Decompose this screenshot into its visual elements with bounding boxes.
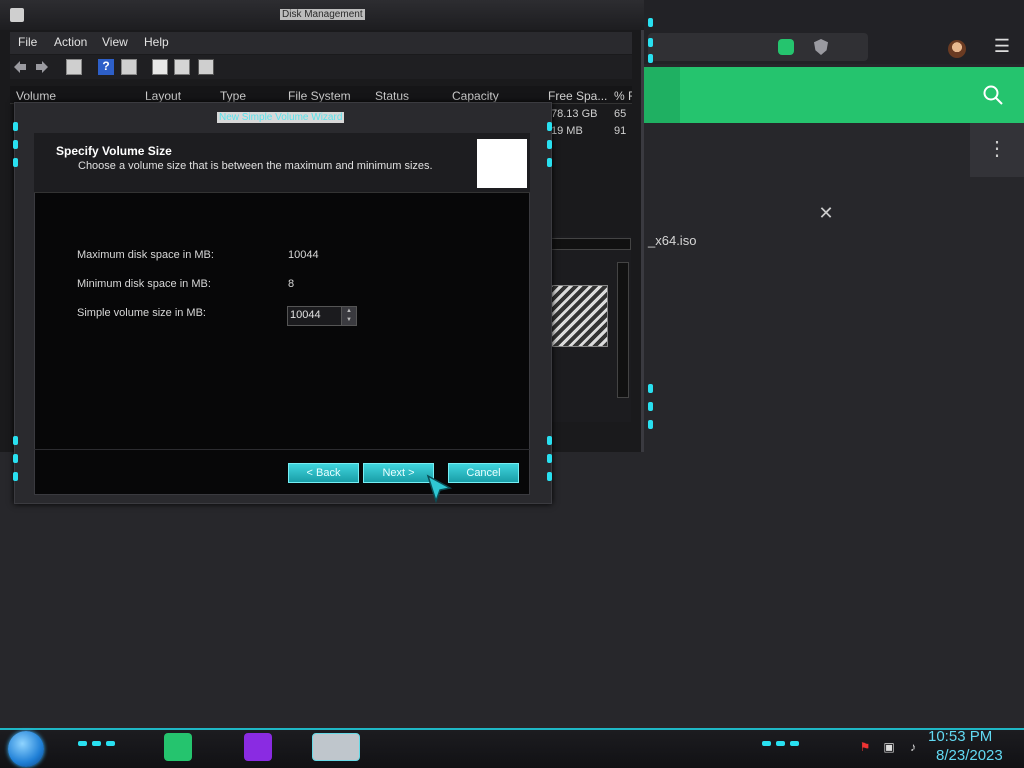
- wizard-header-image: [477, 139, 527, 188]
- console-icon[interactable]: [66, 59, 82, 75]
- table-cell-percent: 91: [614, 125, 627, 137]
- search-icon[interactable]: [982, 84, 1004, 106]
- column-type[interactable]: Type: [220, 89, 246, 103]
- kebab-icon[interactable]: ⋮: [984, 134, 1010, 164]
- column-free-space[interactable]: Free Spa...: [548, 89, 607, 103]
- column-file-system[interactable]: File System: [288, 89, 351, 103]
- next-button[interactable]: Next >: [363, 463, 434, 483]
- chat-app-icon[interactable]: [164, 733, 192, 761]
- table-cell-free-space: 19 MB: [551, 125, 583, 137]
- page-subtitle: Choose a volume size that is between the…: [78, 160, 433, 172]
- green-banner: [680, 67, 1024, 123]
- forward-arrow-icon[interactable]: [34, 59, 50, 75]
- menu-file[interactable]: File: [18, 35, 37, 49]
- frame-accent: [648, 38, 653, 47]
- frame-accent: [547, 140, 552, 149]
- back-arrow-icon[interactable]: [12, 59, 28, 75]
- frame-accent: [776, 741, 785, 746]
- avatar[interactable]: [948, 40, 966, 58]
- help-icon[interactable]: ?: [98, 59, 114, 75]
- frame-accent: [547, 436, 552, 445]
- min-size-label: Minimum disk space in MB:: [77, 278, 211, 290]
- frame-accent: [547, 122, 552, 131]
- cancel-button[interactable]: Cancel: [448, 463, 519, 483]
- frame-accent: [92, 741, 101, 746]
- disk-app-icon: [10, 8, 24, 22]
- unallocated-partition[interactable]: [548, 285, 608, 347]
- page-title: Specify Volume Size: [56, 144, 172, 158]
- wizard-title: New Simple Volume Wizard: [217, 112, 345, 123]
- properties-icon[interactable]: [121, 59, 137, 75]
- frame-accent: [790, 741, 799, 746]
- flag-icon[interactable]: ⚑: [858, 740, 872, 754]
- frame-accent: [547, 472, 552, 481]
- column-layout[interactable]: Layout: [145, 89, 181, 103]
- column-volume[interactable]: Volume: [16, 89, 56, 103]
- frame-accent: [13, 158, 18, 167]
- frame-accent: [13, 140, 18, 149]
- frame-accent: [13, 436, 18, 445]
- frame-accent: [106, 741, 115, 746]
- max-size-label: Maximum disk space in MB:: [77, 249, 214, 261]
- clock-time[interactable]: 10:53 PM: [928, 728, 992, 745]
- chat-extension-icon[interactable]: [778, 39, 794, 55]
- frame-accent: [648, 402, 653, 411]
- disk-app-icon[interactable]: [312, 733, 360, 761]
- banner-left: [640, 67, 680, 123]
- max-size-value: 10044: [288, 249, 319, 261]
- frame-accent: [648, 420, 653, 429]
- browser-window: ☰ ⋮ ✕ _x64.iso: [640, 0, 1024, 728]
- address-bar[interactable]: [648, 33, 868, 61]
- menu-view[interactable]: View: [102, 35, 128, 49]
- clock-date[interactable]: 8/23/2023: [936, 747, 1003, 764]
- mouse-cursor-icon: [426, 474, 452, 504]
- column-status[interactable]: Status: [375, 89, 409, 103]
- column-percent-free[interactable]: % F: [614, 89, 632, 103]
- menu-action[interactable]: Action: [54, 35, 87, 49]
- horizontal-scrollbar[interactable]: [547, 238, 631, 250]
- rescan-icon[interactable]: [174, 59, 190, 75]
- frame-accent: [762, 741, 771, 746]
- volume-size-label: Simple volume size in MB:: [77, 307, 206, 319]
- start-orb-icon[interactable]: [8, 731, 44, 767]
- min-size-value: 8: [288, 278, 295, 290]
- download-filename[interactable]: _x64.iso: [648, 233, 696, 248]
- frame-accent: [648, 54, 653, 63]
- vertical-scrollbar[interactable]: [617, 262, 629, 398]
- frame-accent: [547, 158, 552, 167]
- network-icon[interactable]: ▣: [882, 740, 896, 754]
- window-title: Disk Management: [280, 9, 365, 20]
- volume-icon[interactable]: ♪: [906, 740, 920, 754]
- volume-size-input[interactable]: 10044: [290, 309, 321, 321]
- divider: [34, 449, 530, 450]
- frame-accent: [648, 18, 653, 27]
- table-cell-percent: 65: [614, 108, 627, 120]
- table-cell-free-space: 78.13 GB: [551, 108, 598, 120]
- menu-help[interactable]: Help: [144, 35, 169, 49]
- stepper-up-icon[interactable]: ▲: [341, 307, 356, 316]
- back-button[interactable]: < Back: [288, 463, 359, 483]
- settings-icon[interactable]: [198, 59, 214, 75]
- column-capacity[interactable]: Capacity: [452, 89, 499, 103]
- stepper-down-icon[interactable]: ▼: [341, 316, 356, 325]
- refresh-icon[interactable]: [152, 59, 168, 75]
- close-icon[interactable]: ✕: [816, 203, 836, 223]
- frame-accent: [13, 122, 18, 131]
- frame-accent: [13, 454, 18, 463]
- frame-accent: [547, 454, 552, 463]
- search-app-icon[interactable]: [244, 733, 272, 761]
- menu-icon[interactable]: ☰: [992, 36, 1012, 56]
- frame-accent: [78, 741, 87, 746]
- frame-accent: [648, 384, 653, 393]
- frame-accent: [13, 472, 18, 481]
